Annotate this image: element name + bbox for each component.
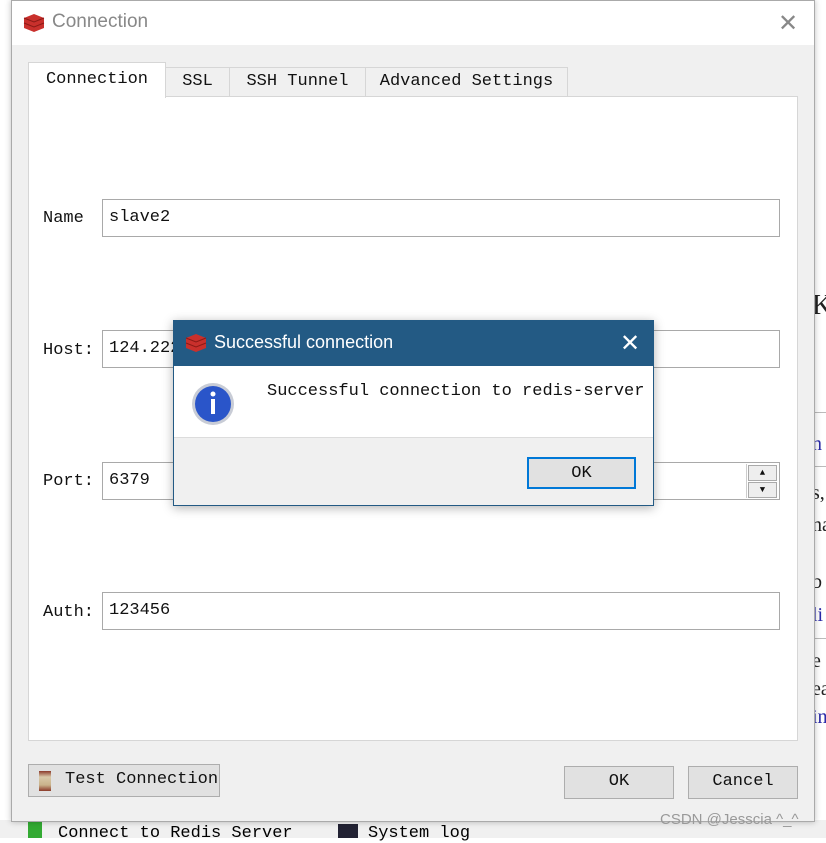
popup-message: Successful connection to redis-server bbox=[267, 382, 645, 401]
hourglass-icon bbox=[39, 771, 51, 791]
port-label: Port: bbox=[43, 472, 95, 491]
popup-body: Successful connection to redis-server bbox=[174, 366, 653, 438]
test-connection-label: Test Connection bbox=[65, 770, 219, 789]
spin-up-icon[interactable]: ▲ bbox=[748, 465, 777, 481]
popup-title: Successful connection bbox=[214, 332, 394, 352]
name-label: Name bbox=[43, 209, 84, 228]
name-input[interactable]: slave2 bbox=[102, 199, 780, 237]
auth-label: Auth: bbox=[43, 603, 95, 622]
tab-ssl[interactable]: SSL bbox=[165, 67, 230, 97]
close-icon[interactable]: ✕ bbox=[778, 9, 798, 38]
close-icon[interactable]: ✕ bbox=[620, 329, 640, 358]
success-dialog: Successful connection ✕ Successful conne… bbox=[173, 320, 654, 506]
port-value: 6379 bbox=[109, 471, 150, 490]
window-title: Connection bbox=[52, 11, 149, 32]
taskbar-system-log[interactable]: System log bbox=[368, 824, 470, 843]
plus-icon bbox=[28, 820, 42, 838]
taskbar-connect[interactable]: Connect to Redis Server bbox=[58, 824, 293, 843]
test-connection-button[interactable]: Test Connection bbox=[28, 764, 220, 797]
watermark: CSDN @Jesscia ^_^ bbox=[660, 811, 799, 828]
auth-input[interactable]: 123456 bbox=[102, 592, 780, 630]
cancel-button[interactable]: Cancel bbox=[688, 766, 798, 799]
popup-title-bar: Successful connection ✕ bbox=[174, 321, 653, 366]
port-stepper[interactable]: ▲ ▼ bbox=[746, 464, 778, 498]
redis-logo-icon bbox=[185, 334, 207, 352]
popup-ok-button[interactable]: OK bbox=[527, 457, 636, 489]
redis-logo-icon bbox=[23, 14, 45, 32]
tab-advanced-settings[interactable]: Advanced Settings bbox=[365, 67, 568, 97]
spin-down-icon[interactable]: ▼ bbox=[748, 482, 777, 498]
title-bar: Connection ✕ bbox=[12, 1, 814, 45]
ok-button[interactable]: OK bbox=[564, 766, 674, 799]
terminal-icon bbox=[338, 824, 358, 838]
info-icon bbox=[192, 383, 234, 425]
tab-connection[interactable]: Connection bbox=[28, 62, 166, 98]
host-label: Host: bbox=[43, 341, 95, 360]
tab-ssh-tunnel[interactable]: SSH Tunnel bbox=[229, 67, 366, 97]
